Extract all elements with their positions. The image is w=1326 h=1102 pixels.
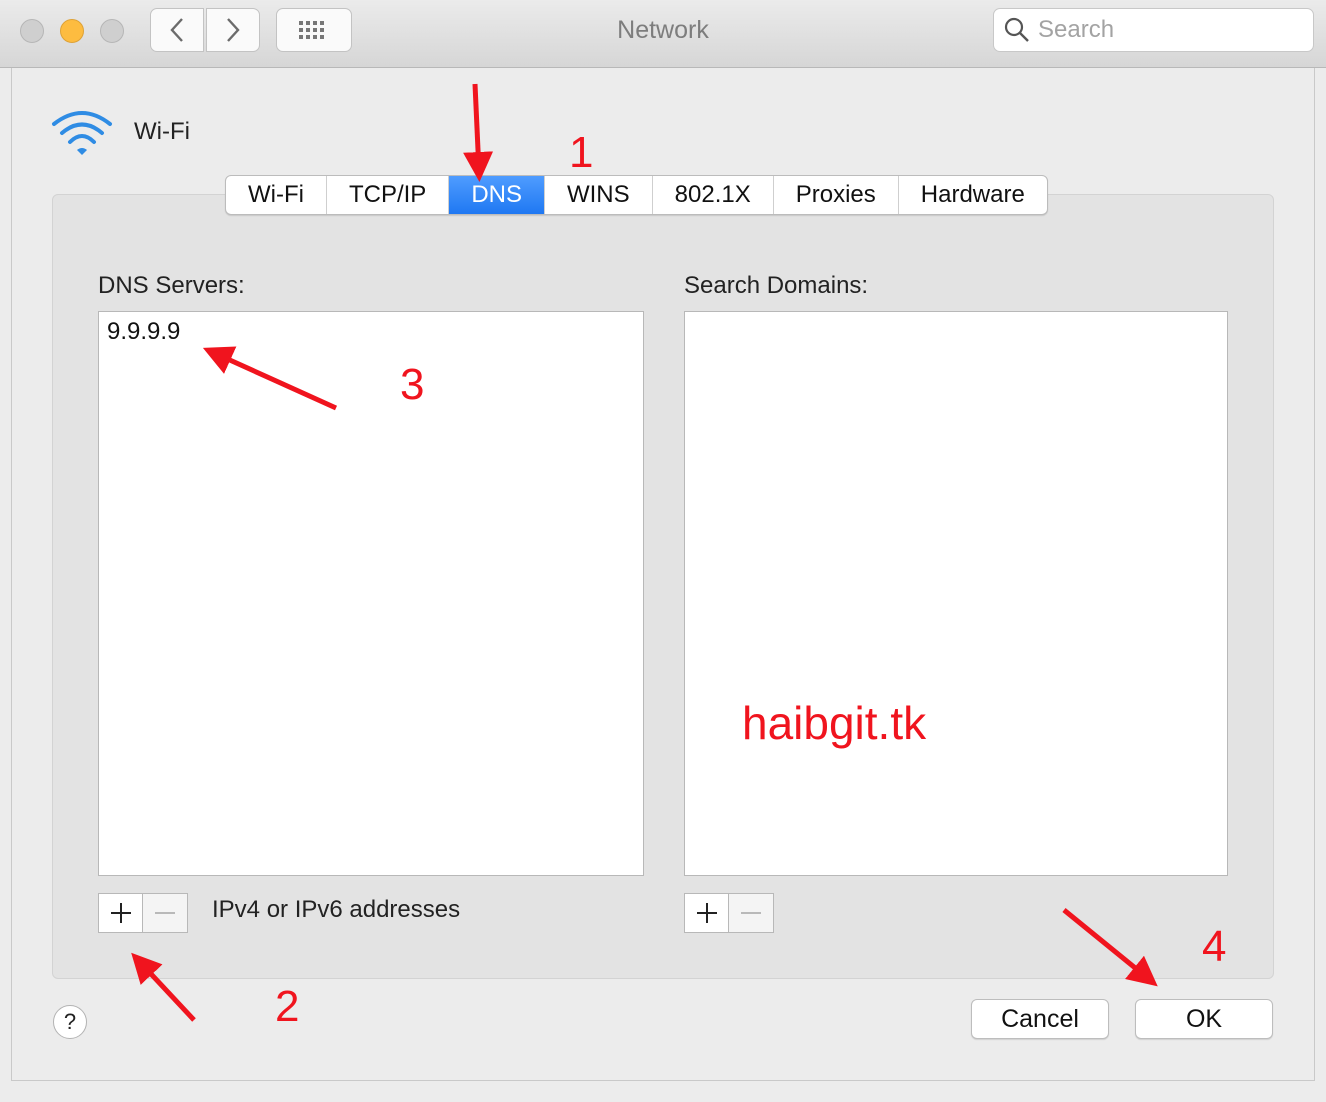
annotation-arrows (131, 83, 1158, 1022)
arrow-to-dns-entry (202, 346, 338, 411)
annotation-step-3: 3 (400, 360, 425, 409)
arrow-to-ok-button (1062, 908, 1158, 987)
annotation-step-2: 2 (275, 982, 300, 1031)
arrow-to-dns-tab (463, 83, 494, 182)
annotation-step-4: 4 (1202, 922, 1227, 971)
watermark-text: haibgit.tk (742, 697, 927, 749)
arrow-to-add-button (131, 952, 196, 1022)
annotation-step-1: 1 (569, 128, 594, 177)
